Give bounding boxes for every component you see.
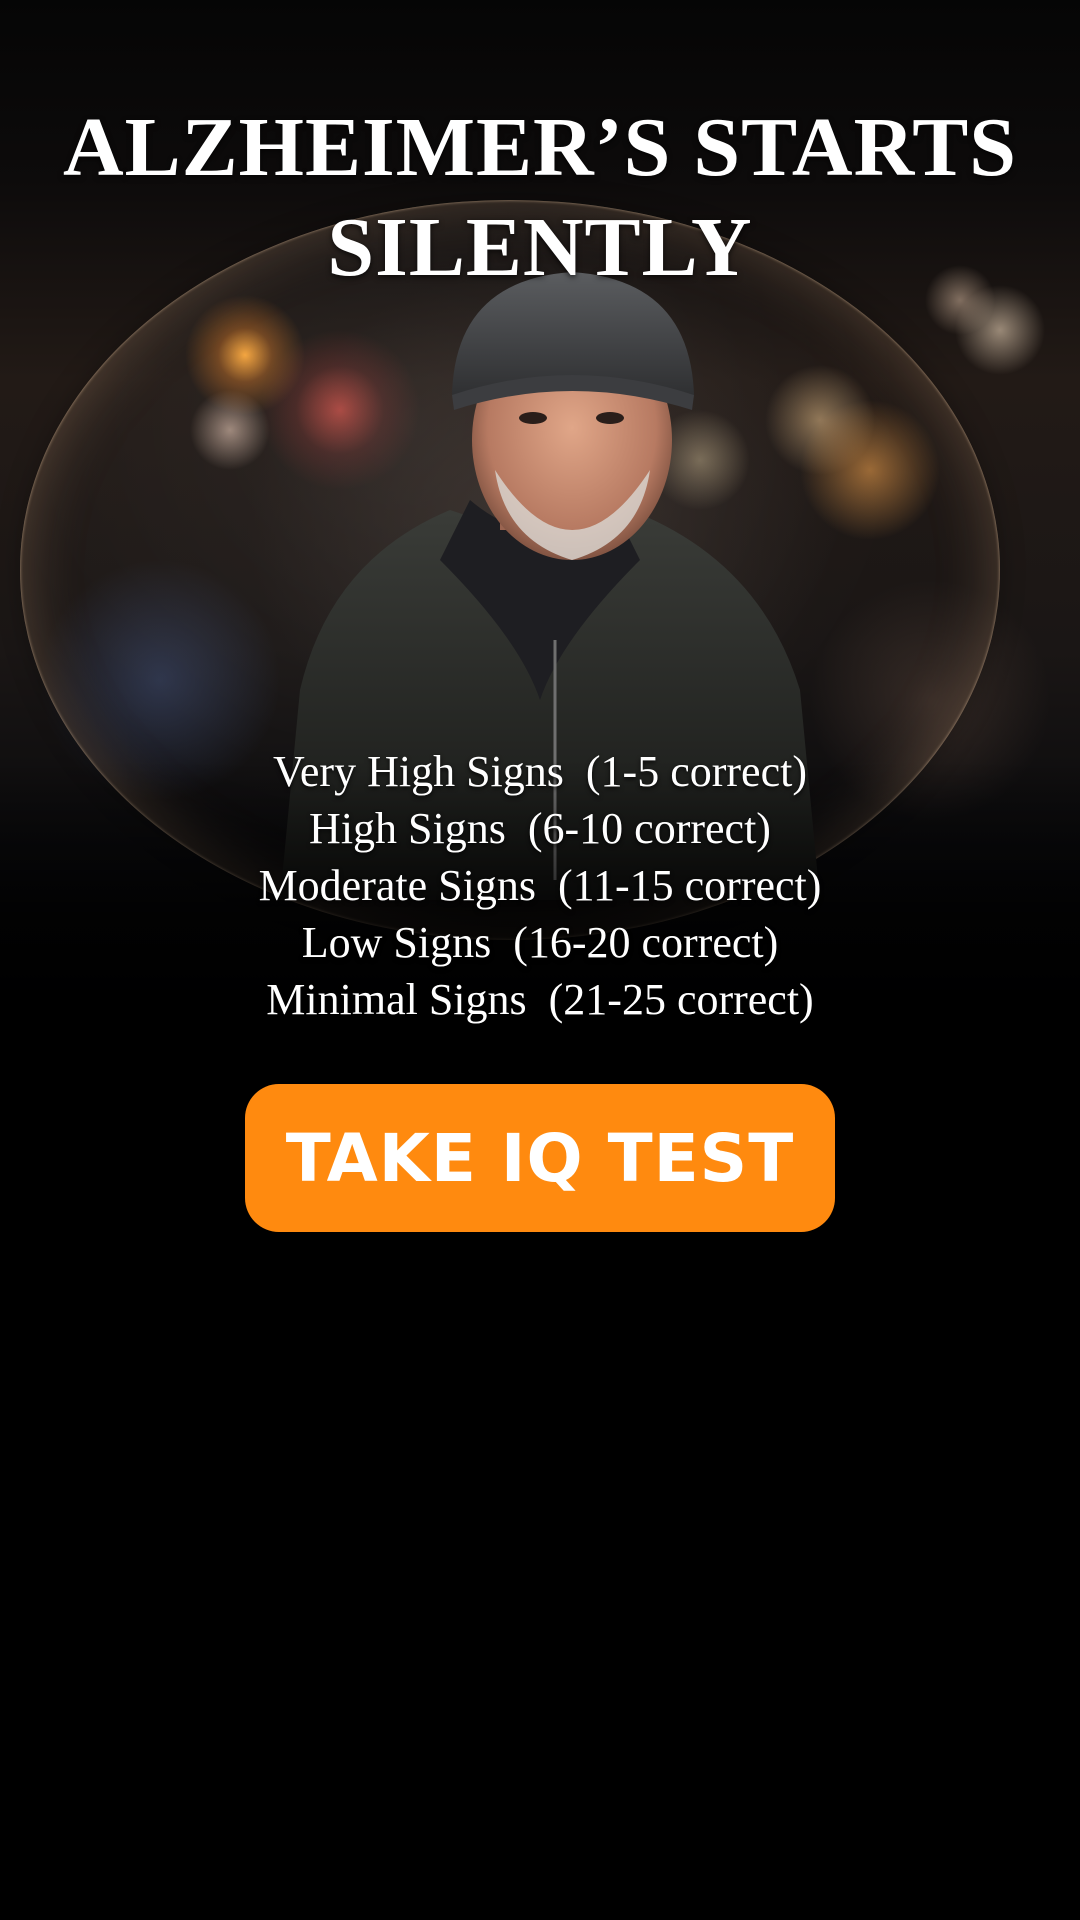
sign-item: Moderate Signs (11-15 correct) xyxy=(258,861,822,910)
sign-item: High Signs (6-10 correct) xyxy=(309,804,771,853)
ad-screen: ALZHEIMER’S STARTS SILENTLY Very High Si… xyxy=(0,0,1080,1920)
signs-list: Very High Signs (1-5 correct) High Signs… xyxy=(0,743,1080,1028)
take-iq-test-button[interactable]: TAKE IQ TEST xyxy=(245,1084,835,1232)
headline-line-1: ALZHEIMER’S STARTS xyxy=(62,101,1018,194)
headline-line-2: SILENTLY xyxy=(327,201,753,294)
sign-item: Very High Signs (1-5 correct) xyxy=(273,747,807,796)
headline: ALZHEIMER’S STARTS SILENTLY xyxy=(0,98,1080,298)
sign-item: Low Signs (16-20 correct) xyxy=(301,918,779,967)
sign-item: Minimal Signs (21-25 correct) xyxy=(266,975,814,1024)
